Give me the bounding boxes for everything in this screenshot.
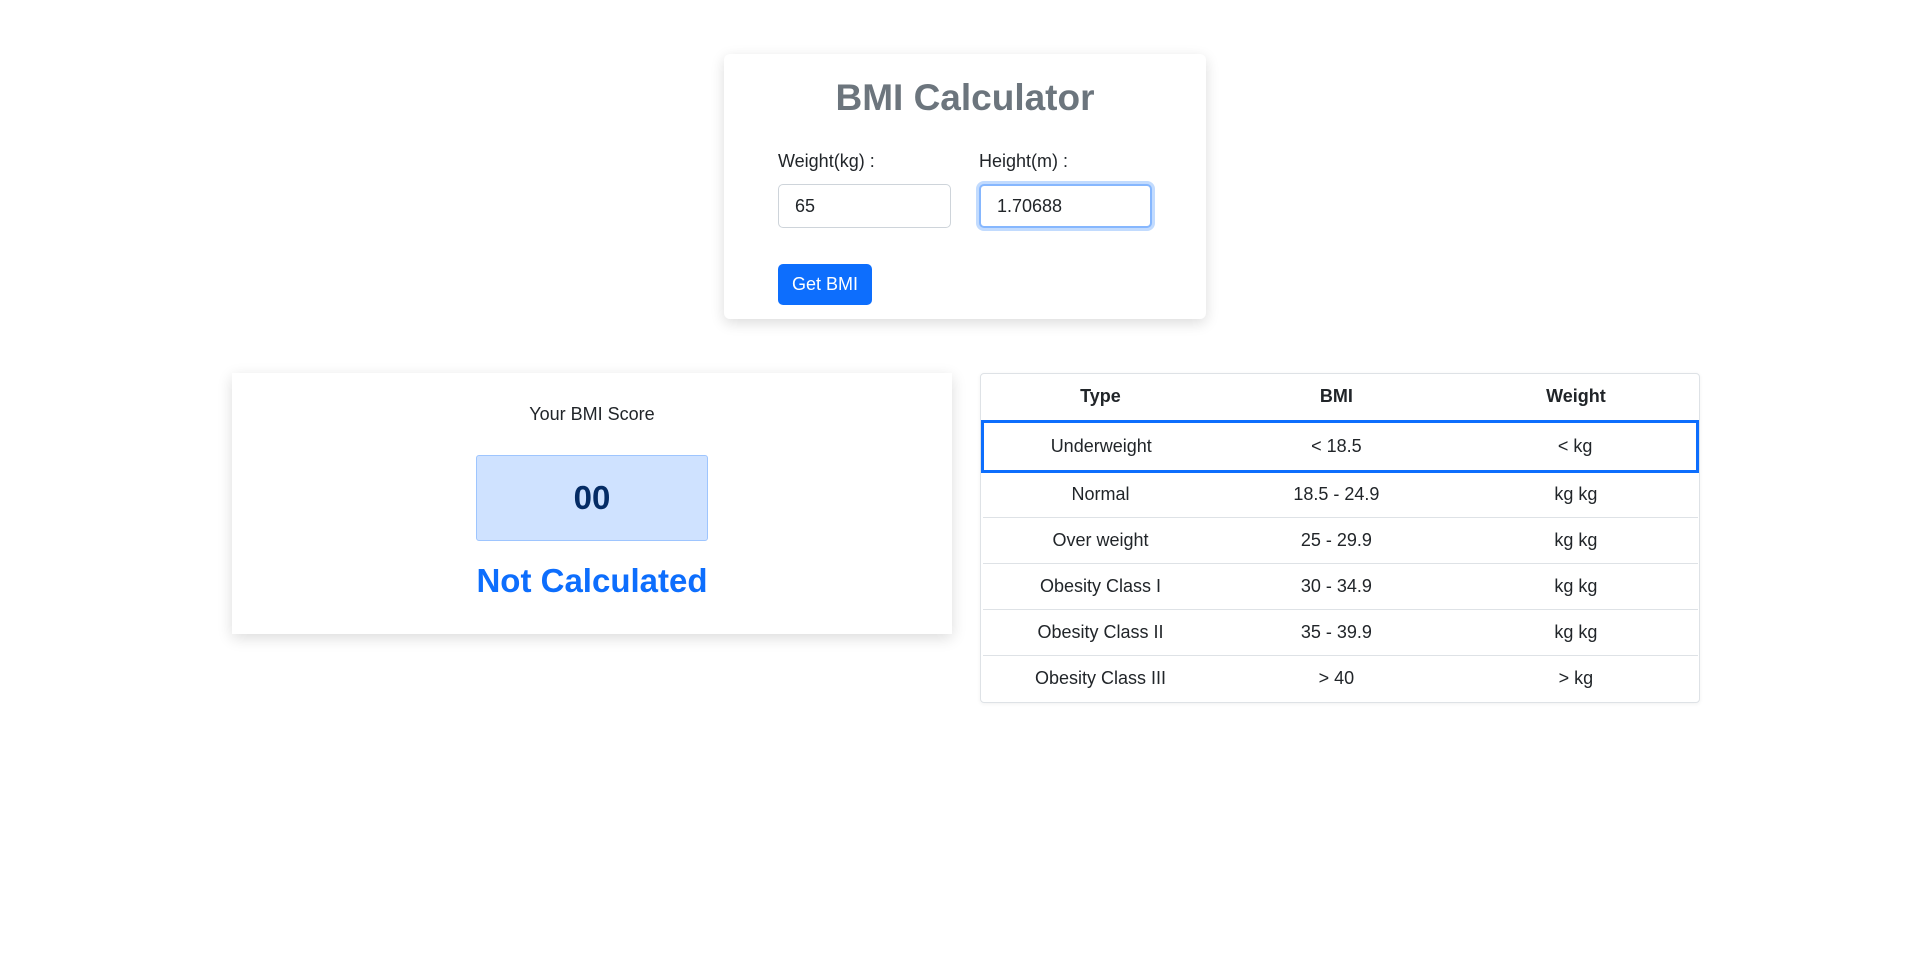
bmi-table-container: Type BMI Weight Underweight < 18.5 < kg … <box>980 373 1700 703</box>
cell-bmi: 25 - 29.9 <box>1218 517 1455 564</box>
height-label: Height(m) : <box>979 151 1069 171</box>
get-bmi-button[interactable]: Get BMI <box>778 264 873 305</box>
score-card: Your BMI Score 00 Not Calculated <box>232 373 952 634</box>
cell-type: Over weight <box>982 517 1219 564</box>
table-row: Normal 18.5 - 24.9 kg kg <box>982 471 1698 518</box>
header-type: Type <box>982 374 1219 422</box>
cell-weight: kg kg <box>1454 563 1698 610</box>
table-row: Obesity Class III > 40 > kg <box>983 655 1698 701</box>
header-weight: Weight <box>1454 374 1698 422</box>
height-input[interactable] <box>979 184 1152 228</box>
cell-type: Obesity Class II <box>982 609 1219 656</box>
cell-type: Underweight <box>981 419 1219 473</box>
cell-bmi: 30 - 34.9 <box>1218 563 1455 610</box>
calculator-card: BMI Calculator Weight(kg) : Height(m) : … <box>724 54 1206 319</box>
weight-label: Weight(kg) : <box>778 151 875 171</box>
bmi-table: Type BMI Weight Underweight < 18.5 < kg … <box>981 374 1699 701</box>
table-row: Obesity Class I 30 - 34.9 kg kg <box>982 563 1698 610</box>
cell-weight: > kg <box>1558 667 1594 688</box>
cell-type: Obesity Class I <box>982 563 1219 610</box>
cell-bmi: > 40 <box>1318 667 1355 688</box>
cell-weight: kg kg <box>1454 609 1698 656</box>
score-label: Your BMI Score <box>529 404 655 424</box>
score-value: 00 <box>573 479 611 516</box>
cell-bmi: 35 - 39.9 <box>1218 609 1455 656</box>
table-row: Over weight 25 - 29.9 kg kg <box>982 517 1698 564</box>
score-value-box: 00 <box>476 455 708 541</box>
page-title: BMI Calculator <box>835 77 1095 118</box>
weight-field: Weight(kg) : <box>778 150 951 228</box>
height-field: Height(m) : <box>979 150 1152 228</box>
table-row: Underweight < 18.5 < kg <box>981 419 1699 473</box>
cell-type: Normal <box>982 471 1219 518</box>
weight-input[interactable] <box>778 184 951 228</box>
cell-weight: < kg <box>1454 419 1699 473</box>
header-bmi: BMI <box>1218 374 1455 422</box>
score-status: Not Calculated <box>476 562 708 599</box>
cell-weight: kg kg <box>1454 471 1698 518</box>
cell-weight: kg kg <box>1454 517 1698 564</box>
table-header-row: Type BMI Weight <box>982 374 1698 422</box>
input-fields: Weight(kg) : Height(m) : <box>778 150 1152 228</box>
cell-bmi: 18.5 - 24.9 <box>1218 471 1455 518</box>
table-row: Obesity Class II 35 - 39.9 kg kg <box>982 609 1698 656</box>
cell-bmi: < 18.5 <box>1218 419 1455 473</box>
cell-type: Obesity Class III <box>1034 667 1166 688</box>
